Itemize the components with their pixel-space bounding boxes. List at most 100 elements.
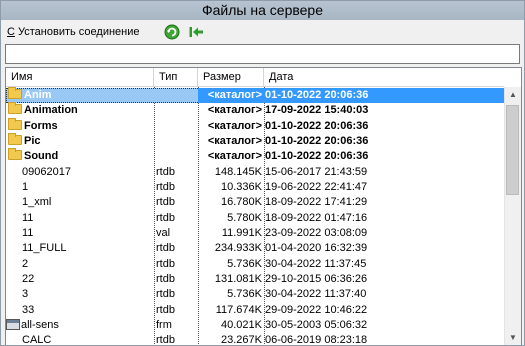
column-header-size[interactable]: Размер xyxy=(198,68,264,86)
item-type: val xyxy=(156,226,171,239)
folder-icon xyxy=(8,148,22,161)
item-date: 06-06-2019 08:23:18 xyxy=(265,334,368,346)
list-item[interactable]: 11_FULL rtdb 234.933K 01-04-2020 16:32:3… xyxy=(6,241,504,256)
list-item[interactable]: 33 rtdb 117.674K 29-09-2022 10:46:22 xyxy=(6,303,504,318)
item-name: 1 xyxy=(22,180,29,193)
column-header-type[interactable]: Тип xyxy=(154,68,198,86)
connect-hotkey: С xyxy=(7,26,15,38)
item-size: 5.736K xyxy=(227,288,262,301)
item-size: <каталог> xyxy=(207,104,262,117)
item-size: <каталог> xyxy=(207,119,262,132)
item-name: 2 xyxy=(22,257,29,270)
item-date: 29-09-2022 10:46:22 xyxy=(265,303,368,316)
item-name: 09062017 xyxy=(22,165,71,178)
item-size: <каталог> xyxy=(207,150,262,163)
item-date: 01-10-2022 20:06:36 xyxy=(264,88,504,103)
item-date: 01-10-2022 20:06:36 xyxy=(265,150,369,163)
connect-button[interactable]: С Установить соединение xyxy=(7,24,140,40)
toolbar: С Установить соединение xyxy=(1,21,524,43)
item-date: 17-09-2022 15:40:03 xyxy=(265,104,369,117)
path-input[interactable] xyxy=(5,44,520,64)
item-size: <каталог> xyxy=(198,88,264,103)
item-type: rtdb xyxy=(156,288,175,301)
list-item[interactable]: 09062017 rtdb 148.145K 15-06-2017 21:43:… xyxy=(6,165,504,180)
item-type xyxy=(154,88,198,103)
item-date: 23-09-2022 03:08:09 xyxy=(265,226,368,239)
refresh-button[interactable] xyxy=(164,24,180,40)
file-browser-window: Файлы на сервере С Установить соединение… xyxy=(0,0,525,346)
vertical-scrollbar[interactable]: ▲ ▼ xyxy=(504,87,521,345)
item-name-text: Pic xyxy=(24,134,41,147)
list-item[interactable]: 3 rtdb 5.736K 30-04-2022 11:37:40 xyxy=(6,287,504,302)
item-name: CALC xyxy=(22,334,52,346)
item-size: 117.674K xyxy=(215,303,262,316)
item-name: 11 xyxy=(22,211,34,224)
column-header-name[interactable]: Имя xyxy=(6,68,154,86)
item-type: frm xyxy=(156,318,172,331)
item-name: Animation xyxy=(6,102,153,118)
column-header-date[interactable]: Дата xyxy=(264,68,504,86)
list-rows: Anim <каталог> 01-10-2022 20:06:36 Anima… xyxy=(6,87,504,346)
list-item[interactable]: all-sens frm 40.021K 30-05-2003 05:06:32 xyxy=(6,318,504,333)
file-list[interactable]: Имя Тип Размер Дата Anim <каталог> 01-10… xyxy=(5,67,522,346)
item-date: 18-09-2022 01:47:16 xyxy=(265,211,368,224)
item-date: 01-10-2022 20:06:36 xyxy=(265,119,369,132)
item-name: 22 xyxy=(22,272,35,285)
item-type: rtdb xyxy=(156,334,175,346)
item-name: Pic xyxy=(6,132,153,149)
item-date: 30-04-2022 11:37:45 xyxy=(265,257,367,270)
folder-icon xyxy=(8,87,22,99)
folder-icon xyxy=(8,102,22,115)
item-type: rtdb xyxy=(156,165,175,178)
item-date: 18-09-2022 17:41:29 xyxy=(265,196,368,209)
item-size: 23.267K xyxy=(221,334,262,346)
item-name-text: Sound xyxy=(24,150,59,163)
list-item[interactable]: Pic <каталог> 01-10-2022 20:06:36 xyxy=(6,132,504,149)
item-name: 1_xml xyxy=(22,196,52,209)
item-type: rtdb xyxy=(156,196,175,209)
window-title: Файлы на сервере xyxy=(1,1,524,20)
refresh-icon xyxy=(164,24,180,40)
item-size: 5.736K xyxy=(227,257,262,270)
connect-label: Установить соединение xyxy=(14,26,140,38)
list-item[interactable]: Forms <каталог> 01-10-2022 20:06:36 xyxy=(6,117,504,134)
item-date: 01-10-2022 20:06:36 xyxy=(265,134,369,147)
list-item[interactable]: Animation <каталог> 17-09-2022 15:40:03 xyxy=(6,102,504,118)
item-date: 30-05-2003 05:06:32 xyxy=(265,318,368,331)
scroll-down-arrow-icon[interactable]: ▼ xyxy=(505,330,521,345)
list-header: Имя Тип Размер Дата xyxy=(6,68,504,87)
back-to-start-button[interactable] xyxy=(188,24,204,40)
item-type: rtdb xyxy=(156,242,175,255)
item-name-text: all-sens xyxy=(21,318,59,331)
item-date: 29-10-2015 06:36:26 xyxy=(265,272,368,285)
item-type xyxy=(154,134,198,149)
item-type xyxy=(154,149,198,164)
back-to-start-icon xyxy=(189,27,203,37)
item-size: <каталог> xyxy=(207,134,262,147)
list-item[interactable]: 22 rtdb 131.081K 29-10-2015 06:36:26 xyxy=(6,272,504,287)
list-item[interactable]: 1 rtdb 10.336K 19-06-2022 22:41:47 xyxy=(6,180,504,195)
item-type: rtdb xyxy=(156,180,175,193)
item-type xyxy=(154,119,198,134)
item-name: 33 xyxy=(22,303,35,316)
list-item[interactable]: 11 rtdb 5.780K 18-09-2022 01:47:16 xyxy=(6,211,504,226)
item-date: 19-06-2022 22:41:47 xyxy=(265,180,368,193)
item-size: 11.991K xyxy=(221,226,262,239)
list-item-selected[interactable]: Anim <каталог> 01-10-2022 20:06:36 xyxy=(6,87,504,104)
item-size: 131.081K xyxy=(214,272,262,285)
item-name-text: Animation xyxy=(24,104,78,117)
list-item[interactable]: 2 rtdb 5.736K 30-04-2022 11:37:45 xyxy=(6,257,504,272)
scrollbar-thumb[interactable] xyxy=(506,105,519,195)
scroll-up-arrow-icon[interactable]: ▲ xyxy=(505,87,521,103)
list-item[interactable]: 1_xml rtdb 16.780K 18-09-2022 17:41:29 xyxy=(6,195,504,210)
list-item[interactable]: Sound <каталог> 01-10-2022 20:06:36 xyxy=(6,148,504,164)
item-name-text: Forms xyxy=(24,119,58,132)
list-item[interactable]: 11 val 11.991K 23-09-2022 03:08:09 xyxy=(6,226,504,241)
item-name: Anim xyxy=(6,87,153,103)
item-type: rtdb xyxy=(156,303,175,316)
item-size: 16.780K xyxy=(221,196,262,209)
list-item[interactable]: CALC rtdb 23.267K 06-06-2019 08:23:18 xyxy=(6,333,504,346)
item-date: 30-04-2022 11:37:40 xyxy=(265,288,367,301)
item-size: 234.933K xyxy=(214,242,262,255)
item-type: rtdb xyxy=(156,211,175,224)
